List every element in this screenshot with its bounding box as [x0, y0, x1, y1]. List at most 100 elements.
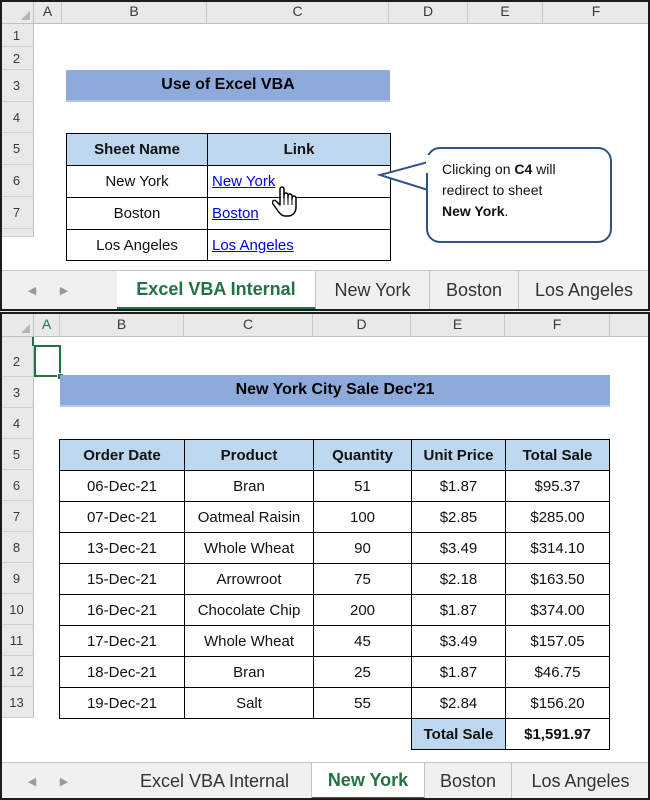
row-header-8[interactable]: 8	[0, 532, 34, 563]
row-header-6[interactable]: 6	[0, 165, 34, 197]
sales-table-cell: $2.85	[411, 501, 506, 533]
sheet-name-cell: Boston	[66, 197, 208, 230]
sheet-tab[interactable]: Excel VBA Internal	[118, 763, 312, 800]
column-header-b[interactable]: B	[60, 313, 184, 337]
column-header-a[interactable]: A	[34, 0, 62, 24]
sheet-hyperlink[interactable]: Los Angeles	[207, 229, 391, 261]
sales-table-cell: 51	[313, 470, 412, 502]
tab-scroll-left-icon[interactable]: ◀	[24, 763, 40, 800]
sales-table-cell: Bran	[184, 470, 314, 502]
sheet-tab[interactable]: New York	[312, 763, 425, 800]
bottom-sheet-tab-bar: ◀ ▶ Excel VBA Internal New York Boston Los …	[0, 762, 650, 800]
row-header-10[interactable]: 10	[0, 594, 34, 625]
top-table-header-1: Link	[207, 133, 391, 166]
bottom-table-header-4: Total Sale	[505, 439, 610, 471]
bottom-sheet-title: New York City Sale Dec'21	[60, 375, 610, 407]
bottom-table-header-0: Order Date	[59, 439, 185, 471]
sales-table-cell: $374.00	[505, 594, 610, 626]
column-header-f[interactable]: F	[505, 313, 610, 337]
sales-table-cell: 17-Dec-21	[59, 625, 185, 657]
sales-table-cell: 45	[313, 625, 412, 657]
column-header-d[interactable]: D	[313, 313, 411, 337]
sales-table-cell: $2.18	[411, 563, 506, 595]
sales-table-cell: $3.49	[411, 532, 506, 564]
row-header-5[interactable]: 5	[0, 133, 34, 165]
column-header-b[interactable]: B	[62, 0, 207, 24]
callout-text-1: Clicking on	[442, 161, 515, 177]
sheet-tab[interactable]: New York	[316, 271, 430, 310]
bottom-table-header-2: Quantity	[313, 439, 412, 471]
total-sale-label: Total Sale	[411, 718, 506, 750]
row-header-2[interactable]: 2	[0, 346, 34, 377]
tab-scroll-right-icon[interactable]: ▶	[56, 271, 72, 310]
column-header-f[interactable]: F	[543, 0, 650, 24]
sales-table-cell: 16-Dec-21	[59, 594, 185, 626]
sheet-tab[interactable]: Los Angeles	[519, 271, 650, 310]
callout-text-2: will	[532, 161, 556, 177]
sales-table-cell: Salt	[184, 687, 314, 719]
screenshot-stage: ABCDEF 1234567 Use of Excel VBA Sheet Na…	[0, 0, 650, 800]
column-header-e[interactable]: E	[468, 0, 543, 24]
select-all-corner[interactable]	[0, 0, 34, 24]
row-header-3[interactable]: 3	[0, 377, 34, 408]
column-header-e[interactable]: E	[411, 313, 505, 337]
row-header-12[interactable]: 12	[0, 656, 34, 687]
sales-table-cell: 25	[313, 656, 412, 688]
row-header-9[interactable]: 9	[0, 563, 34, 594]
top-sheet-title: Use of Excel VBA	[66, 70, 390, 102]
callout-joint	[426, 155, 430, 173]
sales-table-cell: 200	[313, 594, 412, 626]
row-header-2[interactable]: 2	[0, 47, 34, 70]
sheet-hyperlink[interactable]: New York	[207, 165, 391, 198]
select-all-corner[interactable]	[0, 313, 34, 337]
column-header-c[interactable]: C	[207, 0, 389, 24]
bottom-table-header-1: Product	[184, 439, 314, 471]
column-header-d[interactable]: D	[389, 0, 468, 24]
sales-table-cell: Whole Wheat	[184, 625, 314, 657]
row-header-13[interactable]: 13	[0, 687, 34, 718]
row-header-7[interactable]: 7	[0, 501, 34, 532]
sales-table-cell: $157.05	[505, 625, 610, 657]
sheet-tab[interactable]: Boston	[430, 271, 519, 310]
top-spreadsheet-panel: ABCDEF 1234567 Use of Excel VBA Sheet Na…	[0, 0, 650, 310]
sales-table-cell: $156.20	[505, 687, 610, 719]
sales-table-cell: $163.50	[505, 563, 610, 595]
sheet-tab[interactable]: Boston	[425, 763, 512, 800]
row-header-6[interactable]: 6	[0, 470, 34, 501]
row-header-5[interactable]: 5	[0, 439, 34, 470]
sales-table-cell: $314.10	[505, 532, 610, 564]
row-header-3[interactable]: 3	[0, 70, 34, 102]
bottom-spreadsheet-panel: ABCDEF 12345678910111213 New York City S…	[0, 313, 650, 800]
sales-table-cell: Oatmeal Raisin	[184, 501, 314, 533]
row-header-partial	[0, 229, 34, 237]
tab-scroll-right-icon[interactable]: ▶	[56, 763, 72, 800]
column-header-blank	[610, 313, 650, 337]
sales-table-cell: $46.75	[505, 656, 610, 688]
tab-scroll-left-icon[interactable]: ◀	[24, 271, 40, 310]
sales-table-cell: $1.87	[411, 594, 506, 626]
row-header-4[interactable]: 4	[0, 408, 34, 439]
sales-table-cell: $1.87	[411, 470, 506, 502]
sales-table-cell: 13-Dec-21	[59, 532, 185, 564]
sales-table-cell: 18-Dec-21	[59, 656, 185, 688]
row-header-7[interactable]: 7	[0, 197, 34, 229]
top-sheet-tab-bar: ◀ ▶ Excel VBA Internal New York Boston Los …	[0, 270, 650, 310]
row-header-11[interactable]: 11	[0, 625, 34, 656]
sheet-tab[interactable]: Los Angeles	[512, 763, 650, 800]
sheet-hyperlink[interactable]: Boston	[207, 197, 391, 230]
sheet-tab[interactable]: Excel VBA Internal	[117, 271, 316, 310]
callout-cell-ref: C4	[514, 161, 533, 177]
callout-note: Clicking on C4 will redirect to sheet Ne…	[426, 147, 612, 243]
callout-sheet-name: New York	[442, 203, 505, 219]
column-header-a[interactable]: A	[34, 313, 60, 337]
sales-table-cell: $285.00	[505, 501, 610, 533]
sales-table-cell: Arrowroot	[184, 563, 314, 595]
row-header-1[interactable]: 1	[0, 24, 34, 47]
total-sale-value: $1,591.97	[505, 718, 610, 750]
sheet-name-cell: Los Angeles	[66, 229, 208, 261]
sales-table-cell: 55	[313, 687, 412, 719]
column-header-c[interactable]: C	[184, 313, 313, 337]
row-header-4[interactable]: 4	[0, 102, 34, 133]
sales-table-cell: 90	[313, 532, 412, 564]
sales-table-cell: Chocolate Chip	[184, 594, 314, 626]
